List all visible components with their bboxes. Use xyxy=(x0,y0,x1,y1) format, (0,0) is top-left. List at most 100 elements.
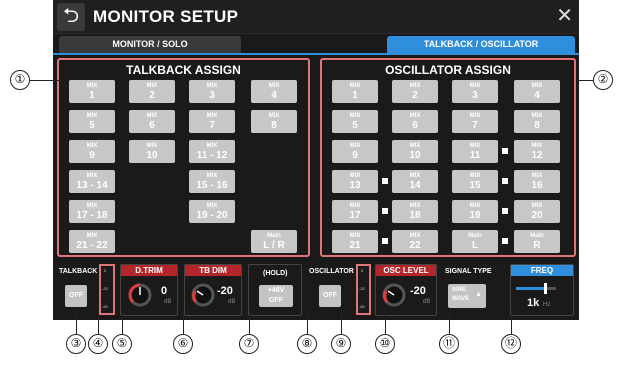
meter-tick-20: -20 xyxy=(102,286,108,291)
tab-monitor-solo[interactable]: MONITOR / SOLO xyxy=(59,36,241,53)
phantom-power-button[interactable]: +48V OFF xyxy=(259,285,293,307)
oscillator-assign-button[interactable]: MIX 10 xyxy=(392,140,438,163)
freq-unit: Hz xyxy=(543,302,551,308)
mix-button-bottom-label: 16 xyxy=(531,180,543,191)
talkback-assign-button[interactable]: MIX 19 - 20 xyxy=(189,200,235,223)
talkback-assign-button[interactable]: MIX 3 xyxy=(189,80,235,103)
oscillator-assign-button[interactable]: MIX 19 xyxy=(452,200,498,223)
freq-section[interactable]: FREQ 1k Hz xyxy=(510,264,574,316)
talkback-assign-button[interactable]: MIX 21 - 22 xyxy=(69,230,115,253)
oscillator-assign-button[interactable]: MIX 1 xyxy=(332,80,378,103)
oscillator-assign-button[interactable]: MIX 4 xyxy=(514,80,560,103)
stereo-link-icon xyxy=(502,178,508,184)
talkback-assign-button[interactable]: Main L / R xyxy=(251,230,297,253)
talkback-assign-button[interactable]: MIX 10 xyxy=(129,140,175,163)
oscillator-assign-button[interactable]: MIX 22 xyxy=(392,230,438,253)
tb-dim-knob-icon[interactable] xyxy=(190,282,216,308)
talkback-assign-button[interactable]: MIX 15 - 16 xyxy=(189,170,235,193)
osc-level-section[interactable]: OSC LEVEL -20 dB xyxy=(375,264,437,316)
stereo-link-icon xyxy=(502,208,508,214)
freq-value: 1k xyxy=(527,297,540,309)
osc-meter-tick-0: 0 xyxy=(361,268,364,273)
freq-slider-thumb[interactable] xyxy=(543,283,547,294)
monitor-setup-screen: ⮌ MONITOR SETUP ✕ MONITOR / SOLO TALKBAC… xyxy=(53,0,579,320)
mix-button-top-label: MIX xyxy=(349,173,361,179)
oscillator-assign-button[interactable]: MIX 17 xyxy=(332,200,378,223)
oscillator-assign-button[interactable]: MIX 5 xyxy=(332,110,378,133)
triangle-up-icon: ▲ xyxy=(475,291,482,298)
callout-leader-9 xyxy=(341,310,342,334)
mix-button-top-label: Main xyxy=(468,233,482,239)
oscillator-assign-button[interactable]: MIX 21 xyxy=(332,230,378,253)
tb-dim-value: -20 xyxy=(217,285,233,297)
oscillator-assign-button[interactable]: MIX 12 xyxy=(514,140,560,163)
back-button[interactable]: ⮌ xyxy=(57,3,85,31)
freq-label: FREQ xyxy=(511,265,573,276)
mix-button-top-label: MIX xyxy=(409,113,421,119)
d-trim-knob-icon[interactable] xyxy=(127,282,153,308)
oscillator-assign-button[interactable]: MIX 11 xyxy=(452,140,498,163)
meter-tick-0: 0 xyxy=(104,268,107,273)
mix-button-top-label: MIX xyxy=(268,83,280,89)
mix-button-top-label: MIX xyxy=(531,203,543,209)
mix-button-bottom-label: 9 xyxy=(89,150,95,161)
mix-button-bottom-label: 4 xyxy=(271,90,277,101)
oscillator-assign-button[interactable]: MIX 14 xyxy=(392,170,438,193)
callout-1: ① xyxy=(10,70,30,90)
mix-button-bottom-label: 10 xyxy=(409,150,421,161)
freq-slider-track[interactable] xyxy=(516,283,556,294)
talkback-assign-button[interactable]: MIX 1 xyxy=(69,80,115,103)
oscillator-assign-button[interactable]: MIX 8 xyxy=(514,110,560,133)
mix-button-top-label: MIX xyxy=(206,173,218,179)
mix-button-bottom-label: 2 xyxy=(412,90,418,101)
oscillator-assign-button[interactable]: MIX 13 xyxy=(332,170,378,193)
mix-button-bottom-label: L xyxy=(471,240,479,251)
talkback-on-off-button[interactable]: OFF xyxy=(65,285,87,307)
mix-button-bottom-label: 12 xyxy=(531,150,543,161)
talkback-assign-button[interactable]: MIX 13 - 14 xyxy=(69,170,115,193)
oscillator-assign-button[interactable]: MIX 15 xyxy=(452,170,498,193)
talkback-assign-panel: TALKBACK ASSIGN MIX 1 MIX 2 MIX 3 MIX 4 MIX 5 MIX 6… xyxy=(57,58,310,257)
mix-button-top-label: MIX xyxy=(206,83,218,89)
d-trim-section[interactable]: D.TRIM 0 dB xyxy=(120,264,178,316)
callout-9: ⑨ xyxy=(331,334,351,354)
talkback-meter: 0 -20 -60 xyxy=(99,264,115,315)
oscillator-assign-button[interactable]: MIX 16 xyxy=(514,170,560,193)
tb-dim-section[interactable]: TB DIM -20 dB xyxy=(184,264,242,316)
talkback-assign-button[interactable]: MIX 6 xyxy=(129,110,175,133)
callout-leader-7 xyxy=(249,310,250,334)
talkback-assign-button[interactable]: MIX 2 xyxy=(129,80,175,103)
mix-button-top-label: MIX xyxy=(86,113,98,119)
signal-type-selector[interactable]: SINE WAVE ▲ xyxy=(448,284,486,308)
oscillator-assign-button[interactable]: MIX 2 xyxy=(392,80,438,103)
oscillator-assign-button[interactable]: MIX 20 xyxy=(514,200,560,223)
mix-button-top-label: MIX xyxy=(531,173,543,179)
talkback-assign-button[interactable]: MIX 8 xyxy=(251,110,297,133)
oscillator-on-off-button[interactable]: OFF xyxy=(319,285,341,307)
oscillator-assign-button[interactable]: MIX 6 xyxy=(392,110,438,133)
stereo-link-icon xyxy=(502,148,508,154)
oscillator-assign-button[interactable]: MIX 7 xyxy=(452,110,498,133)
mix-button-top-label: MIX xyxy=(469,143,481,149)
mix-button-bottom-label: 19 - 20 xyxy=(196,210,228,221)
callout-leader-6 xyxy=(183,310,184,334)
oscillator-assign-button[interactable]: MIX 18 xyxy=(392,200,438,223)
oscillator-assign-button[interactable]: Main L xyxy=(452,230,498,253)
mix-button-top-label: MIX xyxy=(349,233,361,239)
talkback-assign-button[interactable]: MIX 5 xyxy=(69,110,115,133)
talkback-assign-button[interactable]: MIX 11 - 12 xyxy=(189,140,235,163)
talkback-assign-button[interactable]: MIX 17 - 18 xyxy=(69,200,115,223)
talkback-assign-button[interactable]: MIX 7 xyxy=(189,110,235,133)
oscillator-assign-button[interactable]: MIX 3 xyxy=(452,80,498,103)
oscillator-assign-button[interactable]: MIX 9 xyxy=(332,140,378,163)
tab-talkback-oscillator[interactable]: TALKBACK / OSCILLATOR xyxy=(387,36,575,53)
d-trim-unit: dB xyxy=(164,299,172,305)
osc-level-knob-icon[interactable] xyxy=(381,282,407,308)
talkback-assign-button[interactable]: MIX 4 xyxy=(251,80,297,103)
oscillator-assign-button[interactable]: Main R xyxy=(514,230,560,253)
close-icon[interactable]: ✕ xyxy=(556,4,573,28)
mix-button-top-label: MIX xyxy=(206,143,218,149)
mix-button-bottom-label: 13 - 14 xyxy=(76,180,108,191)
talkback-assign-button[interactable]: MIX 9 xyxy=(69,140,115,163)
mix-button-bottom-label: 11 xyxy=(469,150,481,161)
